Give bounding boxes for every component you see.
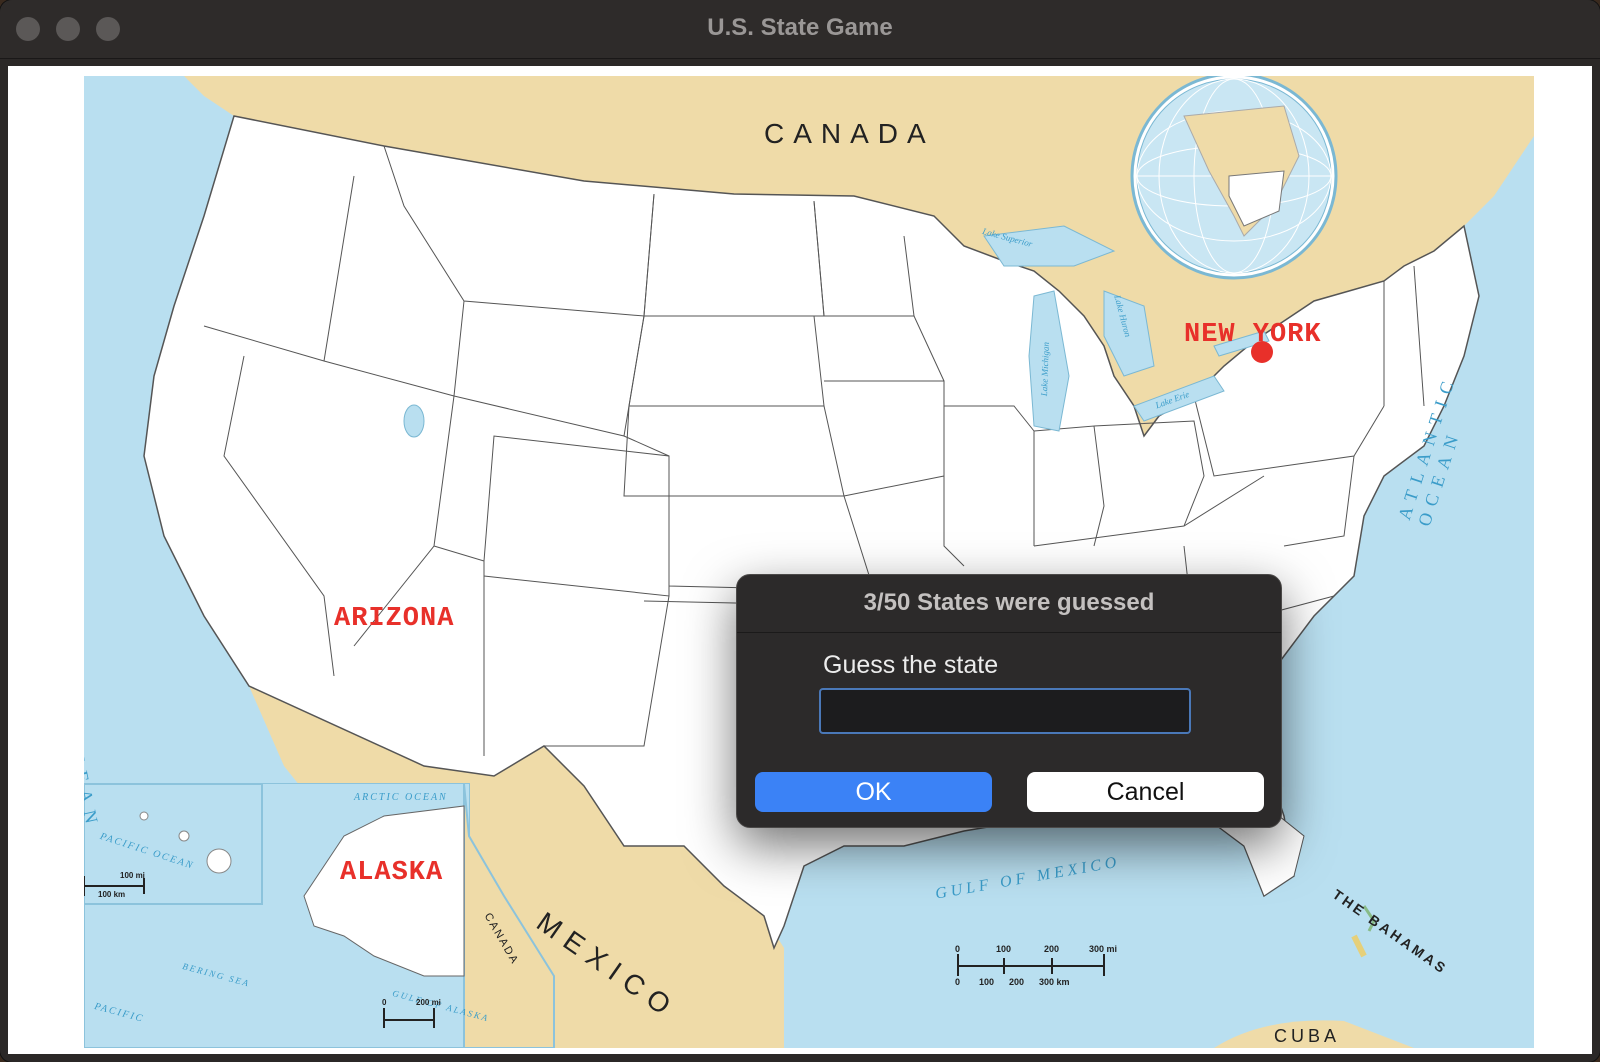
title-bar: U.S. State Game: [0, 0, 1600, 59]
dialog-divider: [737, 632, 1281, 633]
arctic-ocean-label: ARCTIC OCEAN: [354, 792, 448, 803]
guessed-state-new-york: NEW YORK: [1184, 320, 1322, 350]
canada-label: CANADA: [764, 118, 935, 149]
state-guess-input[interactable]: [819, 688, 1191, 734]
dialog-title: 3/50 States were guessed: [863, 589, 1155, 616]
hawaii-scale-mi: 100 mi: [120, 871, 145, 880]
scale-km-0: 0: [955, 977, 961, 987]
app-window: U.S. State Game CANADA MEXICO ATLANTIC O…: [0, 0, 1600, 1062]
dialog-prompt: Guess the state: [823, 651, 999, 679]
scale-km-1: 100: [979, 977, 995, 987]
lake-michigan-label: Lake Michigan: [1039, 341, 1051, 397]
alaska-scale-zero: 0: [382, 998, 387, 1007]
scale-mi-1: 100: [996, 944, 1012, 954]
cancel-button[interactable]: Cancel: [1027, 772, 1264, 812]
guessed-state-arizona: ARIZONA: [334, 604, 455, 634]
scale-km-2: 200: [1009, 977, 1025, 987]
scale-mi-2: 200: [1044, 944, 1060, 954]
us-map[interactable]: CANADA MEXICO PACIFIC OCEAN ATLANTIC OCE…: [84, 76, 1534, 1048]
scale-mi-3: 300 mi: [1089, 944, 1118, 954]
cuba-label: CUBA: [1274, 1026, 1341, 1046]
guessed-state-alaska: ALASKA: [340, 858, 444, 888]
scale-km-3: 300 km: [1039, 977, 1070, 987]
guess-dialog: 3/50 States were guessed Guess the state…: [736, 574, 1282, 828]
alaska-scale-mi: 200 mi: [416, 998, 441, 1007]
window-title: U.S. State Game: [707, 14, 893, 41]
canvas-area: CANADA MEXICO PACIFIC OCEAN ATLANTIC OCE…: [8, 66, 1592, 1054]
scale-mi-0: 0: [955, 944, 961, 954]
hawaii-scale-km: 100 km: [98, 890, 126, 899]
map-graphic: [84, 76, 1534, 1048]
ok-button[interactable]: OK: [755, 772, 992, 812]
